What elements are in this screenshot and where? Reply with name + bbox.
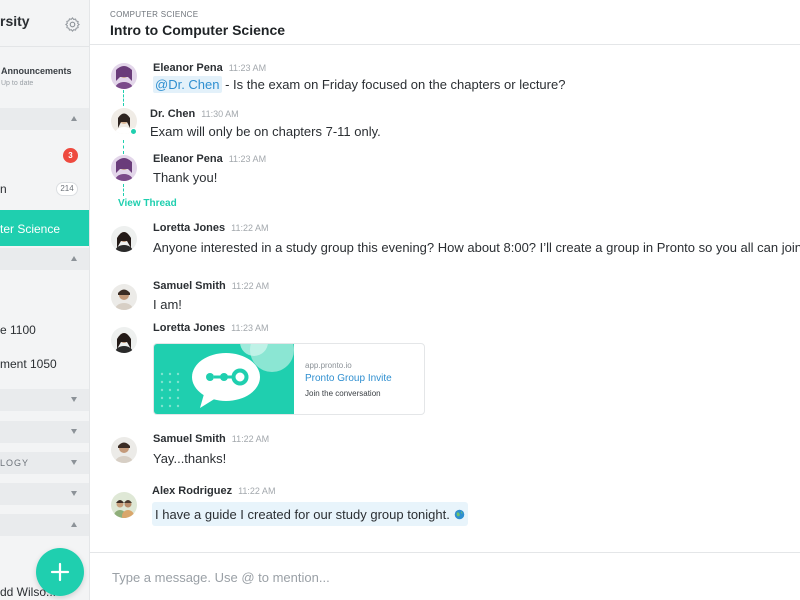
breadcrumb[interactable]: COMPUTER SCIENCE xyxy=(110,10,198,19)
workspace-title: rsity xyxy=(0,13,30,29)
message-input[interactable] xyxy=(112,567,752,587)
message-author[interactable]: Alex Rodriguez 11:22 AM xyxy=(152,485,275,497)
message-text: I am! xyxy=(153,297,182,312)
chevron-up-icon[interactable] xyxy=(71,522,77,527)
chevron-up-icon[interactable] xyxy=(71,116,77,121)
thread-connector xyxy=(123,90,124,106)
message-author[interactable]: Samuel Smith 11:22 AM xyxy=(153,433,269,445)
member-count-badge: 214 xyxy=(56,182,78,196)
message-author[interactable]: Dr. Chen 11:30 AM xyxy=(150,108,239,120)
message-time: 11:23 AM xyxy=(228,63,267,73)
new-conversation-button[interactable] xyxy=(36,548,84,596)
plus-icon xyxy=(50,562,70,582)
page-title: Intro to Computer Science xyxy=(110,22,286,38)
message-text: I have a guide I created for our study g… xyxy=(155,507,450,522)
message-time: 11:22 AM xyxy=(231,223,269,233)
link-description: Join the conversation xyxy=(305,389,381,398)
avatar[interactable] xyxy=(111,437,137,463)
chevron-down-icon[interactable] xyxy=(71,460,77,465)
sidebar-item-active-label: ter Science xyxy=(0,222,61,236)
section-label: LOGY xyxy=(0,458,30,468)
link-title[interactable]: Pronto Group Invite xyxy=(305,373,392,384)
sidebar-section-5[interactable]: LOGY xyxy=(0,452,89,474)
chevron-down-icon[interactable] xyxy=(71,429,77,434)
chevron-up-icon[interactable] xyxy=(71,256,77,261)
avatar[interactable] xyxy=(111,155,137,181)
avatar[interactable] xyxy=(111,63,137,89)
sidebar: rsity Announcements Up to date 3 n 214 t… xyxy=(0,0,90,600)
sidebar-section-3[interactable] xyxy=(0,389,89,411)
chevron-down-icon[interactable] xyxy=(71,397,77,402)
avatar[interactable] xyxy=(111,284,137,310)
message-text: Anyone interested in a study group this … xyxy=(153,240,800,255)
message-composer xyxy=(90,552,800,600)
unread-badge: 3 xyxy=(63,148,78,163)
message-author[interactable]: Loretta Jones 11:22 AM xyxy=(153,222,269,234)
sidebar-item-2[interactable]: n xyxy=(0,182,7,196)
message-text: Exam will only be on chapters 7-11 only. xyxy=(150,124,381,139)
message-time: 11:23 AM xyxy=(228,154,267,164)
message-author[interactable]: Eleanor Pena 11:23 AM xyxy=(153,153,266,165)
sidebar-item-active[interactable]: ter Science xyxy=(0,210,89,246)
sidebar-section-7[interactable] xyxy=(0,514,89,536)
avatar[interactable] xyxy=(111,327,137,353)
sidebar-section-2[interactable] xyxy=(0,248,89,270)
message-time: 11:22 AM xyxy=(231,434,270,444)
thread-connector xyxy=(123,184,124,196)
avatar[interactable] xyxy=(111,226,137,252)
link-domain: app.pronto.io xyxy=(305,361,352,370)
message-time: 11:23 AM xyxy=(231,323,269,333)
message-author[interactable]: Loretta Jones 11:23 AM xyxy=(153,322,269,334)
sidebar-course-2[interactable]: ment 1050 xyxy=(0,357,57,371)
sidebar-section-6[interactable] xyxy=(0,483,89,505)
message-time: 11:22 AM xyxy=(231,281,270,291)
message-time: 11:22 AM xyxy=(238,486,276,496)
link-preview-card[interactable]: app.pronto.io Pronto Group Invite Join t… xyxy=(153,343,425,415)
online-status-dot xyxy=(130,128,137,135)
message-text: Yay...thanks! xyxy=(153,451,227,466)
sidebar-section-4[interactable] xyxy=(0,421,89,443)
sidebar-section-1[interactable] xyxy=(0,108,89,130)
globe-icon xyxy=(454,509,465,520)
gear-icon[interactable] xyxy=(64,16,81,33)
message-time: 11:30 AM xyxy=(201,109,239,119)
message-author[interactable]: Eleanor Pena 11:23 AM xyxy=(153,62,266,74)
announcements-label[interactable]: Announcements xyxy=(1,66,72,76)
view-thread-link[interactable]: View Thread xyxy=(118,198,177,209)
thread-connector xyxy=(123,140,124,154)
sidebar-course-1[interactable]: e 1100 xyxy=(0,323,36,337)
chevron-down-icon[interactable] xyxy=(71,491,77,496)
message-text: @Dr. Chen - Is the exam on Friday focuse… xyxy=(153,76,566,93)
chat-bubble-icon xyxy=(154,344,294,414)
message-text: Thank you! xyxy=(153,170,218,185)
mention-tag[interactable]: @Dr. Chen xyxy=(153,76,222,93)
avatar[interactable] xyxy=(111,492,137,518)
message-author[interactable]: Samuel Smith 11:22 AM xyxy=(153,280,269,292)
announcements-status: Up to date xyxy=(1,80,34,87)
channel-header: COMPUTER SCIENCE Intro to Computer Scien… xyxy=(90,0,800,45)
